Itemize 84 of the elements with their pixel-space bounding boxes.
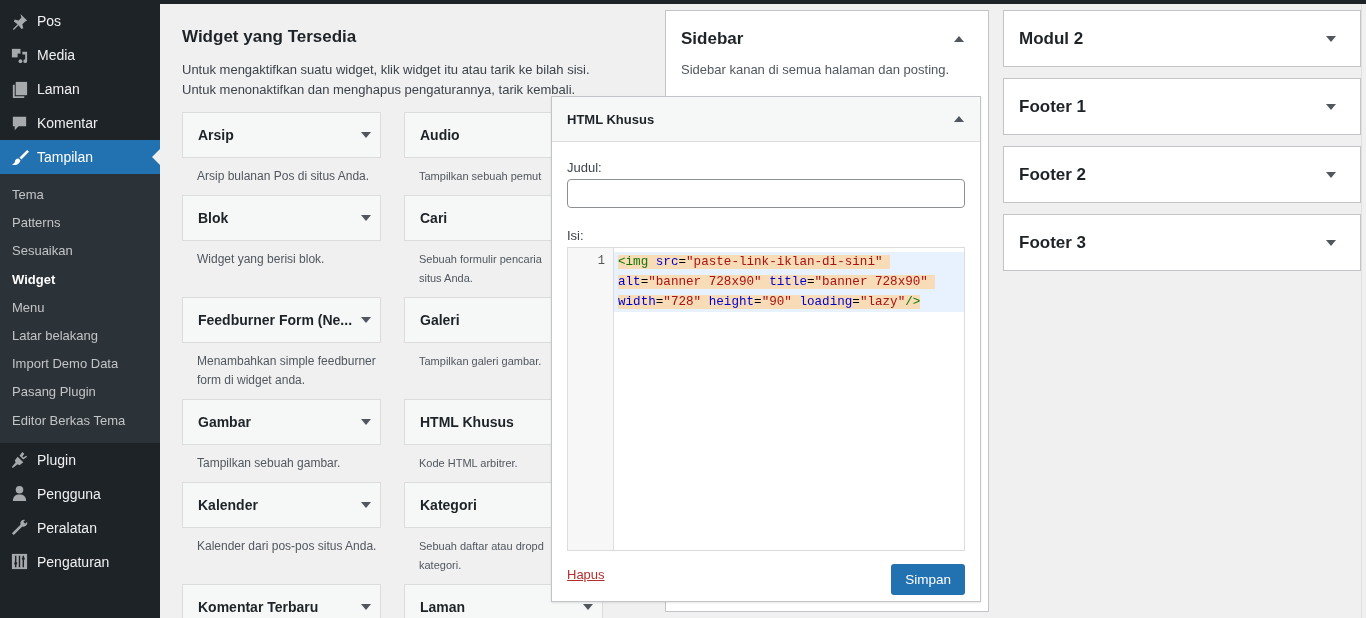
submenu-item[interactable]: Import Demo Data xyxy=(0,350,160,379)
submenu-item[interactable]: Latar belakang xyxy=(0,321,160,351)
expand-arrow-icon[interactable] xyxy=(361,132,371,138)
widget-name: Laman xyxy=(420,599,466,615)
expand-arrow-icon[interactable] xyxy=(361,215,371,221)
admin-nav-item[interactable]: Laman xyxy=(0,72,160,106)
field-label: Judul: xyxy=(567,160,603,175)
widget-area-panel[interactable]: Footer 3 xyxy=(1003,214,1361,271)
admin-nav-item[interactable]: Pengaturan xyxy=(0,544,160,579)
widget-card[interactable]: Kalender xyxy=(182,482,381,528)
expand-arrow-icon[interactable] xyxy=(1326,35,1336,42)
wrench-icon xyxy=(10,518,29,538)
submenu-item[interactable]: Pasang Plugin xyxy=(0,378,160,407)
submenu-item[interactable]: Patterns xyxy=(0,209,160,238)
widget-name: HTML Khusus xyxy=(420,414,514,430)
widget-area-panel[interactable]: Modul 2 xyxy=(1003,10,1361,67)
widget-area-title: Footer 3 xyxy=(1019,232,1087,253)
widget-name: Cari xyxy=(420,210,448,226)
widget-description: Arsip bulanan Pos di situs Anda. xyxy=(196,168,371,185)
title-input-field[interactable] xyxy=(567,179,965,208)
admin-nav-item[interactable]: Plugin xyxy=(0,442,160,477)
user-icon xyxy=(10,484,29,504)
collapse-arrow-icon[interactable] xyxy=(954,116,964,122)
save-button[interactable]: Simpan xyxy=(891,564,965,595)
plug-icon xyxy=(10,450,29,470)
submenu-item[interactable]: Sesuaikan xyxy=(0,237,160,266)
expand-arrow-icon[interactable] xyxy=(361,317,371,323)
admin-nav-item[interactable]: Media xyxy=(0,38,160,72)
widget-area-panel[interactable]: Footer 1 xyxy=(1003,78,1361,135)
widget-name: Blok xyxy=(198,210,229,226)
widget-description: Menambahkan simple feedburner form di widget anda. xyxy=(196,353,377,389)
delete-link[interactable]: Hapus xyxy=(567,567,605,582)
widget-name: Kategori xyxy=(420,497,477,513)
brush-icon xyxy=(10,147,29,167)
widget-card[interactable]: Gambar xyxy=(182,399,381,445)
expand-arrow-icon[interactable] xyxy=(1326,171,1336,178)
widget-card[interactable]: Blok xyxy=(182,195,381,241)
widget-area-panel[interactable]: Footer 2 xyxy=(1003,146,1361,203)
expand-arrow-icon[interactable] xyxy=(361,419,371,425)
widget-card[interactable]: Komentar Terbaru xyxy=(182,584,381,618)
widget-name: Arsip xyxy=(198,127,234,143)
widget-area-title: Footer 1 xyxy=(1019,96,1087,117)
help-text: Untuk menonaktifkan dan menghapus pengaturannya, tarik kembali. xyxy=(182,81,576,99)
widget-description: Tampilkan galeri gambar. xyxy=(418,354,543,369)
admin-nav-item[interactable]: Tampilan xyxy=(0,140,160,174)
widget-description: Tampilkan sebuah gambar. xyxy=(196,455,342,472)
field-label: Isi: xyxy=(567,228,585,243)
widget-name: Audio xyxy=(420,127,460,143)
widget-name: Gambar xyxy=(198,414,251,430)
expand-arrow-icon[interactable] xyxy=(361,604,371,610)
submenu-item[interactable]: Menu xyxy=(0,293,160,322)
submenu-item[interactable]: Editor Berkas Tema xyxy=(0,406,160,435)
widget-name: Komentar Terbaru xyxy=(198,599,319,615)
widget-area-title: Sidebar xyxy=(681,28,744,49)
widget-description: Sebuah daftar atau dropd kategori. xyxy=(418,539,545,573)
admin-nav-item[interactable]: Komentar xyxy=(0,106,160,140)
widget-description: Kode HTML arbitrer. xyxy=(418,456,519,471)
submenu-item[interactable]: Tema xyxy=(0,181,160,210)
admin-nav-item[interactable]: Pengguna xyxy=(0,476,160,511)
widget-description: Sebuah formulir pencaria situs Anda. xyxy=(418,252,543,286)
sliders-icon xyxy=(10,552,29,572)
expand-arrow-icon[interactable] xyxy=(1326,239,1336,246)
widget-area-title: Modul 2 xyxy=(1019,28,1084,49)
admin-nav-item[interactable]: Pos xyxy=(0,4,160,38)
admin-nav-item[interactable]: Peralatan xyxy=(0,510,160,545)
pages-icon xyxy=(10,79,29,99)
widget-area-description: Sidebar kanan di semua halaman dan posting. xyxy=(680,62,951,77)
expand-arrow-icon[interactable] xyxy=(583,604,593,610)
widget-card[interactable]: Feedburner Form (Ne... xyxy=(182,297,381,343)
widget-name: Galeri xyxy=(420,312,460,328)
line-number: 1 xyxy=(597,254,605,268)
submenu-item[interactable]: Widget xyxy=(0,265,160,294)
section-title: Widget yang Tersedia xyxy=(182,26,358,48)
widget-description: Widget yang berisi blok. xyxy=(196,251,326,268)
expand-arrow-icon[interactable] xyxy=(1326,103,1336,110)
widget-name: Feedburner Form (Ne... xyxy=(198,312,353,328)
widget-description: Tampilkan sebuah pemut xyxy=(418,169,543,184)
collapse-arrow-icon[interactable] xyxy=(954,35,964,42)
widget-description: Kalender dari pos-pos situs Anda. xyxy=(196,538,378,555)
widget-card[interactable]: Arsip xyxy=(182,112,381,158)
help-text: Untuk mengaktifkan suatu widget, klik widget itu atau tarik ke bilah sisi. xyxy=(182,61,590,79)
widget-name: Kalender xyxy=(198,497,258,513)
expand-arrow-icon[interactable] xyxy=(361,502,371,508)
widget-area-title: Footer 2 xyxy=(1019,164,1087,185)
